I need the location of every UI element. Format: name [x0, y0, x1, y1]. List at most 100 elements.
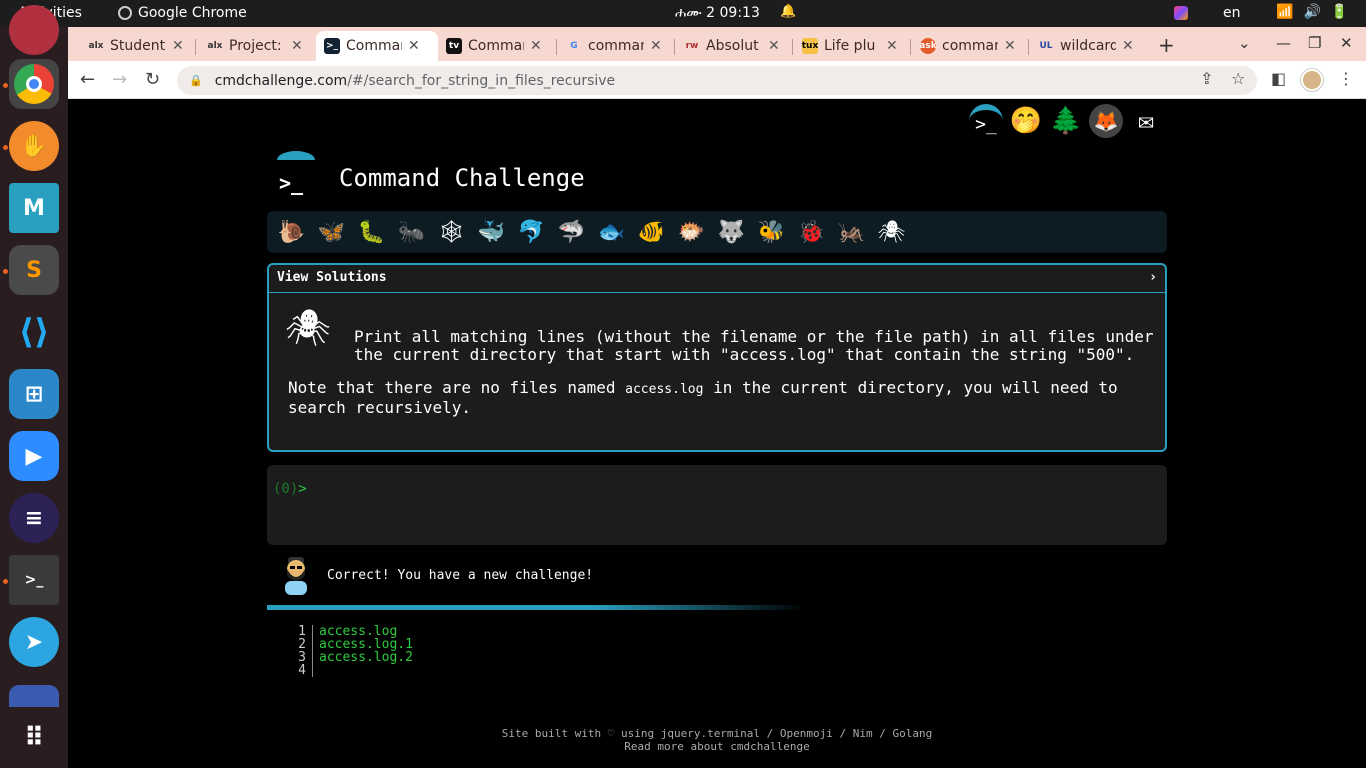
tab-close-icon[interactable]: ✕	[650, 38, 662, 54]
tab-close-icon[interactable]: ✕	[1004, 38, 1016, 54]
tab-close-icon[interactable]: ✕	[408, 38, 420, 54]
video-favicon-icon: tv	[446, 38, 462, 54]
blowfish-icon[interactable]: 🐡	[675, 216, 708, 249]
tab-title: Comman	[346, 38, 402, 54]
tab[interactable]: tv Comman ✕	[438, 31, 550, 61]
chrome-icon[interactable]	[9, 59, 59, 109]
input-language[interactable]: en	[1223, 5, 1241, 21]
ul-favicon-icon: UL	[1039, 41, 1053, 51]
tab-active[interactable]: >_ Comman ✕	[316, 31, 438, 61]
tab-close-icon[interactable]: ✕	[530, 38, 542, 54]
address-bar[interactable]: 🔒 cmdchallenge.com/#/search_for_string_i…	[177, 66, 1257, 95]
cricket-icon[interactable]: 🦗	[835, 216, 868, 249]
clock[interactable]: ሐሙ 2 09:13	[675, 5, 760, 21]
forward-button[interactable]: →	[112, 69, 127, 90]
share-icon[interactable]: ⇪	[1200, 69, 1213, 88]
url-path: /#/search_for_string_in_files_recursive	[347, 72, 616, 89]
flameshot-icon[interactable]: ✋	[9, 121, 59, 171]
view-solutions-toggle[interactable]: View Solutions ›	[269, 265, 1165, 293]
show-apps-icon[interactable]: ⠿	[9, 713, 59, 763]
page-title: Command Challenge	[339, 164, 585, 192]
hint-face-icon[interactable]: 🤭	[1009, 104, 1043, 138]
tab[interactable]: G comman ✕	[558, 31, 670, 61]
system-tray[interactable]: 📶 🔊 🔋	[1276, 4, 1348, 20]
google-favicon-icon: G	[570, 41, 578, 51]
tab-close-icon[interactable]: ✕	[291, 38, 303, 54]
tab-close-icon[interactable]: ✕	[1122, 38, 1134, 54]
tab[interactable]: tux Life plu ✕	[794, 31, 906, 61]
terminal-input[interactable]: (0)>	[267, 465, 1167, 545]
snail-icon[interactable]: 🐌	[275, 216, 308, 249]
wolf-icon[interactable]: 🐺	[715, 216, 748, 249]
gitlab-icon[interactable]: 🦊	[1089, 104, 1123, 138]
side-panel-icon[interactable]: ◧	[1271, 69, 1286, 88]
tab-close-icon[interactable]: ✕	[172, 38, 184, 54]
dock: ✋ M S ⟨⟩ ⊞ ▶ ≡ >_ ➤ ⠿	[0, 5, 68, 768]
tab[interactable]: alx Project: ✕	[199, 31, 311, 61]
tray-app-icon[interactable]	[1174, 6, 1188, 20]
tab-close-icon[interactable]: ✕	[768, 38, 780, 54]
battery-icon: 🔋	[1330, 4, 1349, 20]
volume-icon: 🔊	[1303, 4, 1321, 20]
tab[interactable]: ask comman ✕	[912, 31, 1024, 61]
mail-icon[interactable]: M	[9, 183, 59, 233]
shark-icon[interactable]: 🦈	[555, 216, 588, 249]
tropical-fish-icon[interactable]: 🐠	[635, 216, 668, 249]
eclipse-icon[interactable]: ≡	[9, 493, 59, 543]
absolute-favicon-icon: rw	[685, 41, 699, 51]
caterpillar-icon[interactable]: 🐛	[355, 216, 388, 249]
tab-close-icon[interactable]: ✕	[886, 38, 898, 54]
app-drawer-peek-icon[interactable]	[9, 685, 59, 707]
maximize-button[interactable]: ❐	[1308, 34, 1321, 52]
terminal-icon[interactable]: >_	[9, 555, 59, 605]
lock-icon[interactable]: 🔒	[189, 74, 203, 87]
reload-button[interactable]: ↻	[145, 69, 160, 90]
mail-icon[interactable]: ✉	[1129, 104, 1163, 138]
sublime-text-icon[interactable]: S	[9, 245, 59, 295]
profile-avatar[interactable]	[1301, 69, 1323, 91]
tab[interactable]: UL wildcard ✕	[1030, 31, 1142, 61]
footer-about-link[interactable]: Read more about cmdchallenge	[68, 740, 1366, 753]
chrome-app-icon	[118, 6, 132, 20]
remote-desktop-icon[interactable]: ⊞	[9, 369, 59, 419]
spider-icon[interactable]: 🕷	[875, 216, 908, 249]
tab[interactable]: rw Absolut ✕	[676, 31, 788, 61]
view-solutions-label: View Solutions	[277, 270, 387, 285]
ant-icon[interactable]: 🐜	[395, 216, 428, 249]
note-prefix: Note that there are no files named	[288, 378, 626, 397]
butterfly-icon[interactable]: 🦋	[315, 216, 348, 249]
web-icon[interactable]: 🕸	[435, 216, 468, 249]
close-window-button[interactable]: ✕	[1340, 34, 1353, 52]
new-tab-button[interactable]: +	[1158, 33, 1175, 57]
bee-icon[interactable]: 🐝	[755, 216, 788, 249]
command-output: 1 access.log 2 access.log.1 3 access.log.2 …	[293, 625, 413, 677]
task-note: Note that there are no files named acces…	[288, 379, 1148, 417]
vscode-icon[interactable]: ⟨⟩	[9, 307, 59, 357]
notification-bell-icon[interactable]: 🔔	[780, 4, 796, 19]
dolphin-icon[interactable]: 🐬	[515, 216, 548, 249]
bookmark-star-icon[interactable]: ☆	[1231, 69, 1245, 88]
terminal-logo-icon[interactable]: >_	[969, 104, 1003, 138]
app-menu[interactable]: Google Chrome	[118, 5, 247, 21]
back-button[interactable]: ←	[80, 69, 95, 90]
minimize-button[interactable]: —	[1276, 34, 1291, 52]
tab-title: Comman	[468, 38, 524, 54]
zoom-icon[interactable]: ▶	[9, 431, 59, 481]
menu-kebab-icon[interactable]: ⋮	[1338, 69, 1354, 88]
ubuntu-software-icon[interactable]	[9, 5, 59, 55]
line-number: 4	[293, 664, 313, 677]
tab[interactable]: alx Student ✕	[80, 31, 192, 61]
ladybug-icon[interactable]: 🐞	[795, 216, 828, 249]
svg-text:>_: >_	[279, 171, 304, 195]
fish-icon[interactable]: 🐟	[595, 216, 628, 249]
footer: Site built with ♡ using jquery.terminal …	[68, 727, 1366, 753]
tab-title: Student	[110, 38, 166, 54]
whale-icon[interactable]: 🐳	[475, 216, 508, 249]
telegram-icon[interactable]: ➤	[9, 617, 59, 667]
tab-separator	[910, 39, 911, 55]
tree-icon[interactable]: 🌲	[1049, 104, 1083, 138]
tab-search-icon[interactable]: ⌄	[1238, 34, 1251, 52]
alx-favicon-icon: alx	[207, 41, 223, 51]
tab-title: comman	[588, 38, 644, 54]
tab-separator	[1028, 39, 1029, 55]
